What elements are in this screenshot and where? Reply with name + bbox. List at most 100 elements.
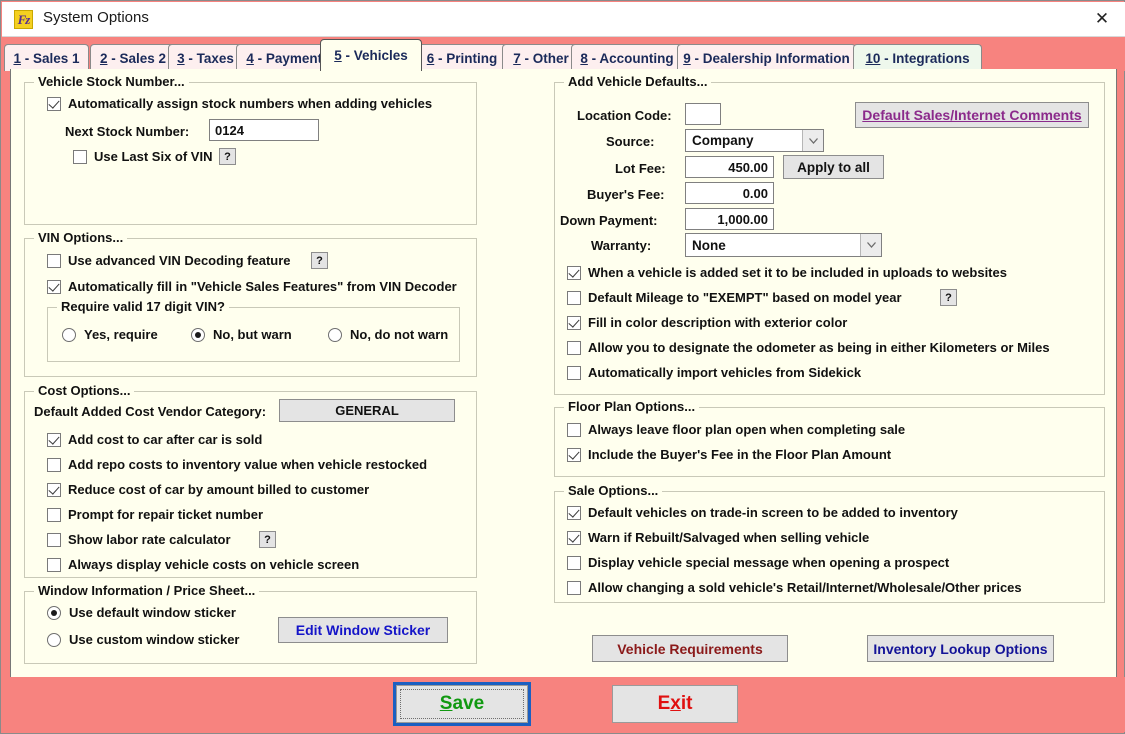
checkbox-label: When a vehicle is added set it to be inc… [588, 265, 1007, 280]
exit-label-rest: it [680, 693, 693, 714]
tab-accel-8: 8 [580, 50, 588, 66]
tab-accel-6: 6 [426, 50, 435, 66]
checkbox-label: Automatically import vehicles from Sidek… [588, 365, 862, 380]
checkbox-include-uploads-websites[interactable]: When a vehicle is added set it to be inc… [567, 265, 1007, 280]
source-select[interactable]: Company [685, 129, 824, 152]
save-button[interactable]: Save [393, 682, 531, 726]
group-vehicle-stock-number: Vehicle Stock Number... Automatically as… [24, 74, 477, 225]
checkbox-always-display-costs[interactable]: Always display vehicle costs on vehicle … [47, 557, 359, 572]
exit-label-first: E [657, 693, 671, 714]
checkbox-label: Automatically fill in "Vehicle Sales Fea… [68, 279, 457, 294]
chevron-down-icon[interactable] [860, 234, 881, 256]
title-bar: Fz System Options ✕ [2, 2, 1125, 37]
tab-dealership-information[interactable]: 9 - Dealership Information [677, 44, 856, 71]
tab-accel-10: 10 [865, 50, 881, 66]
radio-custom-window-sticker[interactable]: Use custom window sticker [47, 632, 240, 647]
checkbox-box-icon [47, 557, 61, 572]
checkbox-use-last-six-vin[interactable]: Use Last Six of VIN [73, 149, 212, 164]
next-stock-number-input[interactable]: 0124 [209, 119, 319, 141]
radio-no-do-not-warn[interactable]: No, do not warn [328, 327, 448, 342]
checkbox-show-labor-rate-calculator[interactable]: Show labor rate calculator [47, 532, 231, 547]
checkbox-include-buyers-fee-floor-plan[interactable]: Include the Buyer's Fee in the Floor Pla… [567, 447, 891, 462]
group-title-vehicle-stock-number: Vehicle Stock Number... [34, 74, 189, 89]
checkbox-box-icon [567, 265, 581, 280]
checkbox-box-icon [47, 507, 61, 522]
radio-label: Use custom window sticker [69, 632, 240, 647]
group-title-add-vehicle-defaults: Add Vehicle Defaults... [564, 74, 712, 89]
group-title-vin-options: VIN Options... [34, 230, 128, 245]
checkbox-auto-assign-stock[interactable]: Automatically assign stock numbers when … [47, 96, 432, 111]
help-default-mileage-icon[interactable]: ? [940, 289, 957, 306]
checkbox-autofill-sales-features[interactable]: Automatically fill in "Vehicle Sales Fea… [47, 279, 457, 294]
tab-label-8: - Accounting [591, 50, 674, 66]
warranty-select[interactable]: None [685, 233, 882, 257]
tab-sales-2[interactable]: 2 - Sales 2 [90, 44, 176, 71]
checkbox-box-icon [567, 530, 581, 545]
help-advanced-vin-icon[interactable]: ? [311, 252, 328, 269]
checkbox-advanced-vin-decoding[interactable]: Use advanced VIN Decoding feature [47, 253, 291, 268]
tab-sales-1[interactable]: 1 - Sales 1 [4, 44, 89, 71]
checkbox-box-icon [47, 457, 61, 472]
checkbox-label: Prompt for repair ticket number [68, 507, 264, 522]
label-lot-fee: Lot Fee: [615, 161, 666, 176]
tab-other[interactable]: 7 - Other [502, 44, 580, 71]
radio-yes-require[interactable]: Yes, require [62, 327, 158, 342]
radio-no-but-warn[interactable]: No, but warn [191, 327, 292, 342]
vehicle-requirements-button[interactable]: Vehicle Requirements [592, 635, 788, 662]
apply-to-all-button[interactable]: Apply to all [783, 155, 884, 179]
close-icon[interactable]: ✕ [1079, 2, 1125, 36]
tab-vehicles[interactable]: 5 - Vehicles [320, 39, 422, 71]
group-require-valid-vin: Require valid 17 digit VIN? Yes, require… [47, 299, 460, 362]
tab-printing[interactable]: 6 - Printing [416, 44, 508, 71]
system-options-window: Fz System Options ✕ 1 - Sales 1 2 - Sale… [0, 0, 1125, 734]
checkbox-always-leave-floor-plan-open[interactable]: Always leave floor plan open when comple… [567, 422, 905, 437]
checkbox-auto-import-sidekick[interactable]: Automatically import vehicles from Sidek… [567, 365, 861, 380]
tab-taxes[interactable]: 3 - Taxes [168, 44, 243, 71]
checkbox-add-cost-after-sold[interactable]: Add cost to car after car is sold [47, 432, 262, 447]
tab-integrations[interactable]: 10 - Integrations [853, 44, 982, 71]
radio-default-window-sticker[interactable]: Use default window sticker [47, 605, 236, 620]
checkbox-reduce-cost-billed[interactable]: Reduce cost of car by amount billed to c… [47, 482, 369, 497]
radio-circle-icon [47, 605, 61, 620]
source-value: Company [692, 133, 754, 148]
help-labor-rate-icon[interactable]: ? [259, 531, 276, 548]
frazer-logo-icon: Fz [14, 10, 33, 29]
checkbox-label: Add cost to car after car is sold [68, 432, 263, 447]
down-payment-input[interactable]: 1,000.00 [685, 208, 774, 230]
radio-circle-icon [191, 327, 205, 342]
exit-button[interactable]: Exit [612, 685, 738, 723]
save-label-rest: ave [452, 693, 485, 714]
checkbox-prompt-repair-ticket[interactable]: Prompt for repair ticket number [47, 507, 263, 522]
checkbox-warn-rebuilt-salvaged[interactable]: Warn if Rebuilt/Salvaged when selling ve… [567, 530, 869, 545]
checkbox-allow-changing-sold-prices[interactable]: Allow changing a sold vehicle's Retail/I… [567, 580, 1022, 595]
location-code-input[interactable] [685, 103, 721, 125]
checkbox-box-icon [567, 422, 581, 437]
tab-accounting[interactable]: 8 - Accounting [571, 44, 683, 71]
group-add-vehicle-defaults: Add Vehicle Defaults... Location Code: D… [554, 74, 1105, 395]
radio-circle-icon [328, 327, 342, 342]
checkbox-display-special-message[interactable]: Display vehicle special message when ope… [567, 555, 949, 570]
default-vendor-category-button[interactable]: GENERAL [279, 399, 455, 422]
checkbox-box-icon [567, 447, 581, 462]
help-use-last-six-icon[interactable]: ? [219, 148, 236, 165]
lot-fee-input[interactable]: 450.00 [685, 156, 774, 178]
tab-label-7: - Other [524, 50, 569, 66]
checkbox-default-trade-in-to-inventory[interactable]: Default vehicles on trade-in screen to b… [567, 505, 958, 520]
checkbox-add-repo-costs[interactable]: Add repo costs to inventory value when v… [47, 457, 427, 472]
tab-label-10: - Integrations [884, 50, 970, 66]
group-floor-plan-options: Floor Plan Options... Always leave floor… [554, 399, 1105, 477]
checkbox-fill-color-description[interactable]: Fill in color description with exterior … [567, 315, 847, 330]
tab-label-6: - Printing [438, 50, 498, 66]
group-vin-options: VIN Options... Use advanced VIN Decoding… [24, 230, 477, 377]
chevron-down-icon[interactable] [802, 130, 823, 151]
checkbox-label: Use Last Six of VIN [94, 149, 213, 164]
edit-window-sticker-button[interactable]: Edit Window Sticker [278, 617, 448, 643]
buyers-fee-input[interactable]: 0.00 [685, 182, 774, 204]
inventory-lookup-options-button[interactable]: Inventory Lookup Options [867, 635, 1054, 662]
label-next-stock-number: Next Stock Number: [65, 124, 190, 139]
checkbox-default-mileage-exempt[interactable]: Default Mileage to "EXEMPT" based on mod… [567, 290, 902, 305]
checkbox-label: Always display vehicle costs on vehicle … [68, 557, 360, 572]
checkbox-odometer-km-or-miles[interactable]: Allow you to designate the odometer as b… [567, 340, 1050, 355]
default-sales-internet-comments-button[interactable]: Default Sales/Internet Comments [855, 102, 1089, 128]
group-title-sale-options: Sale Options... [564, 483, 663, 498]
